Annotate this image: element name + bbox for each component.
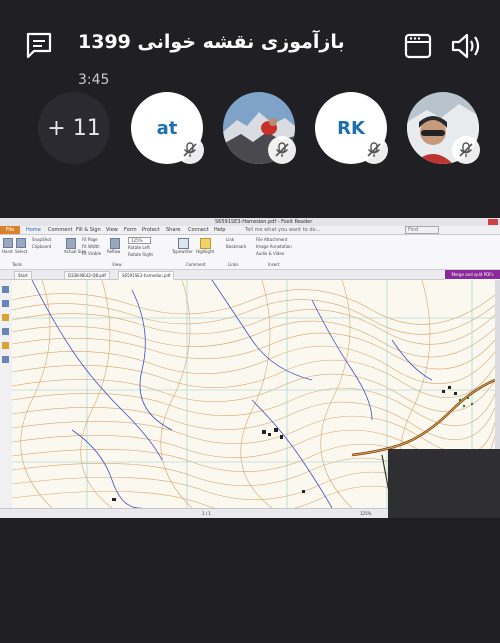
ribbon-menu: File Home Comment Fill & Sign View Form …: [0, 226, 500, 235]
pages-panel-icon[interactable]: [2, 300, 9, 307]
find-field[interactable]: Find: [405, 226, 440, 234]
highlight-label: Highlight: [196, 249, 215, 254]
bookmarks-panel-icon[interactable]: [2, 286, 9, 293]
document-tabs: Start D338-NE42-Q8.pdf S6591SE3-hamedan.…: [0, 270, 445, 280]
tab-doc-2[interactable]: S6591SE3-hamedan.pdf: [118, 271, 175, 280]
bookmark-button[interactable]: Bookmark: [226, 244, 246, 249]
muted-mic-icon: [360, 136, 388, 164]
reflow-icon[interactable]: [110, 238, 120, 249]
reflow-label: Reflow: [107, 249, 121, 254]
group-links: Links: [228, 262, 239, 267]
muted-mic-icon: [452, 136, 480, 164]
rotate-right-button[interactable]: Rotate Right: [128, 252, 153, 257]
group-view: View: [112, 262, 122, 267]
menu-fill-sign[interactable]: Fill & Sign: [76, 227, 101, 233]
window-close-button[interactable]: [488, 219, 498, 225]
more-participants-button[interactable]: + 11: [38, 92, 110, 164]
actual-size-icon[interactable]: [66, 238, 76, 249]
more-participants-count: + 11: [47, 115, 101, 141]
attachments-panel-icon[interactable]: [2, 342, 9, 349]
menu-form[interactable]: Form: [124, 227, 137, 233]
fit-width-button[interactable]: Fit Width: [82, 244, 100, 249]
muted-mic-icon: [176, 136, 204, 164]
speaker-icon[interactable]: [450, 32, 482, 60]
participant-strip: + 11 at RK: [0, 92, 500, 166]
snapshot-button[interactable]: SnapShot: [32, 237, 51, 242]
typewriter-icon[interactable]: [178, 238, 189, 249]
group-comment: Comment: [186, 262, 206, 267]
menu-file[interactable]: File: [0, 226, 20, 234]
menu-help[interactable]: Help: [214, 227, 225, 233]
menu-protect[interactable]: Protect: [142, 227, 160, 233]
self-video-tile[interactable]: [388, 449, 500, 518]
image-annotation-button[interactable]: Image Annotation: [256, 244, 292, 249]
menu-view[interactable]: View: [106, 227, 118, 233]
highlight-icon[interactable]: [200, 238, 211, 249]
group-insert: Insert: [268, 262, 280, 267]
menu-comment[interactable]: Comment: [48, 227, 73, 233]
participant-initials: RK: [337, 117, 365, 139]
app-titlebar: S6591SE3-Hamedan.pdf - Foxit Reader: [0, 218, 500, 226]
meeting-title: بازآموزی نقشه خوانی 1399: [78, 31, 345, 53]
meeting-header: بازآموزی نقشه خوانی 1399 3:45: [0, 0, 500, 90]
file-attachment-button[interactable]: File Attachment: [256, 237, 287, 242]
page-indicator[interactable]: 1 / 1: [202, 511, 211, 516]
participant-initials: at: [156, 117, 178, 139]
chat-icon[interactable]: [24, 30, 54, 60]
tell-me-search[interactable]: Tell me what you want to do...: [245, 227, 320, 233]
merge-split-button[interactable]: Merge and split PDFs: [445, 270, 500, 279]
ribbon-toolbar: Hand Select SnapShot Clipboard Tools Act…: [0, 235, 500, 270]
group-tools: Tools: [12, 262, 22, 267]
tab-doc-1[interactable]: D338-NE42-Q8.pdf: [64, 271, 110, 280]
menu-connect[interactable]: Connect: [188, 227, 209, 233]
muted-mic-icon: [268, 136, 296, 164]
audio-video-button[interactable]: Audio & Video: [256, 251, 284, 256]
rotate-left-button[interactable]: Rotate Left: [128, 245, 150, 250]
fit-visible-button[interactable]: Fit Visible: [82, 251, 101, 256]
menu-share[interactable]: Share: [166, 227, 180, 233]
window-title: S6591SE3-Hamedan.pdf - Foxit Reader: [215, 219, 313, 225]
signatures-panel-icon[interactable]: [2, 356, 9, 363]
hand-tool-icon[interactable]: [3, 238, 13, 248]
clipboard-button[interactable]: Clipboard: [32, 244, 51, 249]
layers-panel-icon[interactable]: [2, 314, 9, 321]
menu-home[interactable]: Home: [26, 227, 41, 233]
typewriter-label: Typewriter: [172, 249, 193, 254]
hand-label: Hand: [2, 249, 13, 254]
select-tool-icon[interactable]: [16, 238, 26, 248]
link-button[interactable]: Link: [226, 237, 234, 242]
zoom-select[interactable]: 125%: [128, 237, 152, 244]
layout-icon[interactable]: [404, 33, 432, 59]
fit-page-button[interactable]: Fit Page: [82, 237, 98, 242]
comments-panel-icon[interactable]: [2, 328, 9, 335]
tab-start[interactable]: Start: [14, 271, 32, 280]
status-zoom[interactable]: 125%: [360, 511, 371, 516]
select-label: Select: [15, 249, 28, 254]
meeting-timer: 3:45: [78, 72, 110, 88]
